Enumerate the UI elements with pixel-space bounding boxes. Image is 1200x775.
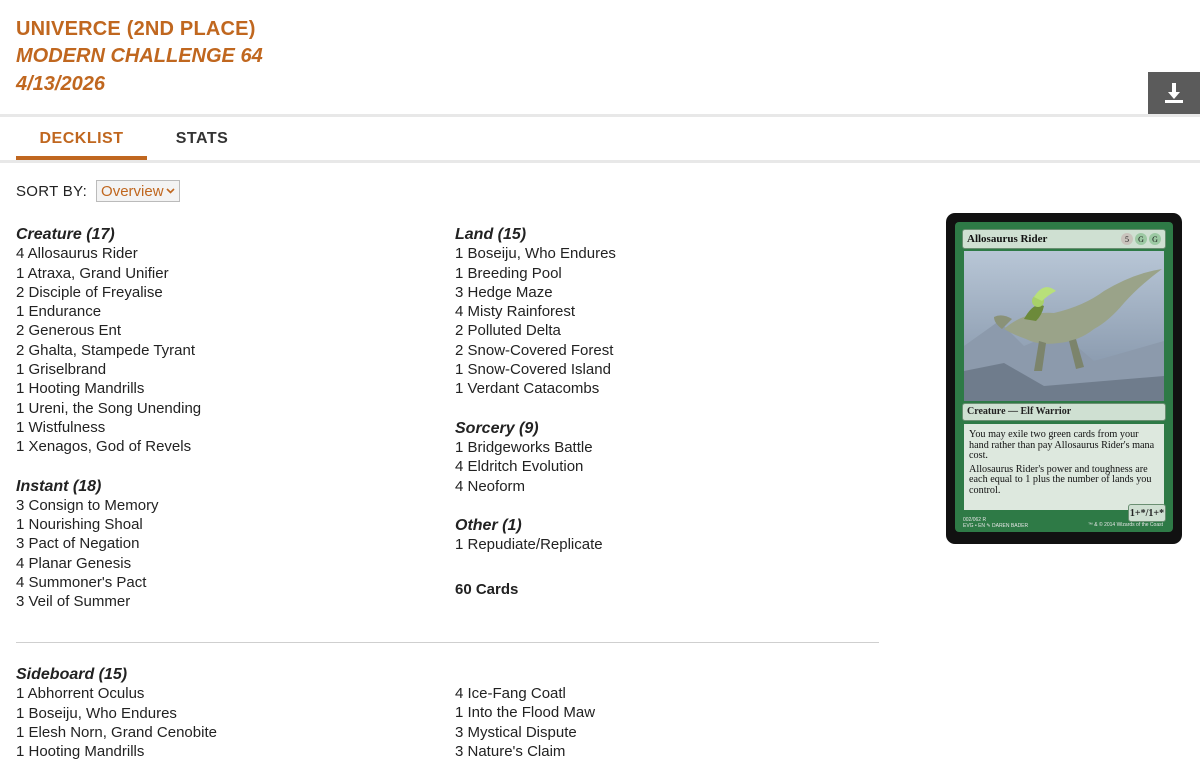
chevron-down-icon [165,188,175,194]
card-name: Allosaurus Rider [967,233,1048,245]
sort-select[interactable]: Overview [96,180,180,202]
tab-bar: DECKLIST STATS [16,124,257,160]
mana-symbol-generic: 5 [1121,233,1133,245]
tabs-divider [0,160,1200,163]
player-name: UNIVERCE (2ND PLACE) [16,18,256,40]
sideboard-title: Sideboard (15) [16,666,128,683]
card-line[interactable]: 3 Hedge Maze [455,283,616,302]
card-line[interactable]: 1 Abhorrent Oculus [16,684,217,703]
header-divider [0,114,1200,117]
group-title: Land (15) [455,226,527,243]
group-creature: Creature (17) 4 Allosaurus Rider 1 Atrax… [16,225,201,457]
decklist-left-column: Creature (17) 4 Allosaurus Rider 1 Atrax… [16,225,201,612]
card-line[interactable]: 1 Wistfulness [16,418,201,437]
card-line[interactable]: 1 Hooting Mandrills [16,379,201,398]
group-title: Sorcery (9) [455,419,539,437]
mana-symbol-green: G [1149,233,1161,245]
tab-stats[interactable]: STATS [147,124,257,160]
card-line[interactable]: 2 Disciple of Freyalise [16,283,201,302]
card-line[interactable]: 1 Boseiju, Who Endures [455,244,616,263]
group-other: Other (1) 1 Repudiate/Replicate [455,516,616,555]
card-line[interactable]: 2 Generous Ent [16,321,201,340]
sideboard-left: Sideboard (15) 1 Abhorrent Oculus 1 Bose… [16,665,217,761]
card-line[interactable]: 4 Neoform [455,477,616,496]
card-copyright: ™ & © 2014 Wizards of the Coast [1087,522,1163,528]
download-button[interactable] [1148,72,1200,114]
card-frame: Allosaurus Rider 5 G G Creature — Elf Wa… [955,222,1173,532]
card-line[interactable]: 1 Hooting Mandrills [16,742,217,761]
group-land: Land (15) 1 Boseiju, Who Endures 1 Breed… [455,225,616,399]
card-line[interactable]: 4 Misty Rainforest [455,302,616,321]
card-line[interactable]: 1 Endurance [16,302,201,321]
card-line[interactable]: 1 Griselbrand [16,360,201,379]
card-preview-image: Allosaurus Rider 5 G G Creature — Elf Wa… [946,213,1182,544]
card-line[interactable]: 3 Mystical Dispute [455,723,595,742]
card-line[interactable]: 1 Breeding Pool [455,264,616,283]
sideboard-right: 4 Ice-Fang Coatl 1 Into the Flood Maw 3 … [455,684,595,761]
card-line[interactable]: 3 Nature's Claim [455,742,595,761]
card-line[interactable]: 4 Summoner's Pact [16,573,201,592]
card-line[interactable]: 1 Bridgeworks Battle [455,438,616,457]
card-line[interactable]: 4 Eldritch Evolution [455,457,616,476]
card-rules-paragraph: You may exile two green cards from your … [969,429,1155,461]
card-rules-text: You may exile two green cards from your … [964,424,1164,510]
mana-cost: 5 G G [1121,233,1161,245]
card-line[interactable]: 1 Atraxa, Grand Unifier [16,264,201,283]
sort-control: SORT BY: Overview [16,180,180,202]
card-name-bar: Allosaurus Rider 5 G G [962,229,1166,249]
sort-label: SORT BY: [16,182,88,200]
card-line[interactable]: 4 Planar Genesis [16,554,201,573]
event-name: MODERN CHALLENGE 64 [16,45,263,67]
tab-decklist[interactable]: DECKLIST [16,124,147,160]
group-title: Creature (17) [16,226,115,243]
card-line[interactable]: 1 Xenagos, God of Revels [16,437,201,456]
card-line[interactable]: 1 Verdant Catacombs [455,379,616,398]
card-line[interactable]: 4 Ice-Fang Coatl [455,684,595,703]
card-line[interactable]: 1 Ureni, the Song Unending [16,399,201,418]
group-sorcery: Sorcery (9) 1 Bridgeworks Battle 4 Eldri… [455,419,616,496]
group-instant: Instant (18) 3 Consign to Memory 1 Nouri… [16,477,201,612]
card-line[interactable]: 1 Into the Flood Maw [455,703,595,722]
dinosaur-rider-art [964,251,1164,401]
event-date: 4/13/2026 [16,73,105,95]
card-line[interactable]: 1 Elesh Norn, Grand Cenobite [16,723,217,742]
card-rules-paragraph: Allosaurus Rider's power and toughness a… [969,463,1152,496]
sideboard-divider [16,642,879,643]
card-total: 60 Cards [455,581,519,599]
card-line[interactable]: 1 Nourishing Shoal [16,515,201,534]
card-line[interactable]: 4 Allosaurus Rider [16,244,201,263]
decklist-right-column: Land (15) 1 Boseiju, Who Endures 1 Breed… [455,225,616,598]
group-title: Other (1) [455,516,522,534]
mana-symbol-green: G [1135,233,1147,245]
deck-header: UNIVERCE (2ND PLACE) MODERN CHALLENGE 64… [16,16,263,98]
card-line[interactable]: 2 Ghalta, Stampede Tyrant [16,341,201,360]
card-type-line: Creature — Elf Warrior [962,403,1166,421]
card-line[interactable]: 1 Snow-Covered Island [455,360,616,379]
group-title: Instant (18) [16,477,102,495]
card-line[interactable]: 2 Snow-Covered Forest [455,341,616,360]
download-icon [1165,83,1183,103]
card-line[interactable]: 1 Repudiate/Replicate [455,535,616,554]
card-line[interactable]: 3 Veil of Summer [16,592,201,611]
card-line[interactable]: 2 Polluted Delta [455,321,616,340]
card-line[interactable]: 3 Consign to Memory [16,496,201,515]
card-art [964,251,1164,401]
card-line[interactable]: 3 Pact of Negation [16,534,201,553]
card-line[interactable]: 1 Boseiju, Who Endures [16,704,217,723]
sort-selected-value: Overview [101,182,164,200]
